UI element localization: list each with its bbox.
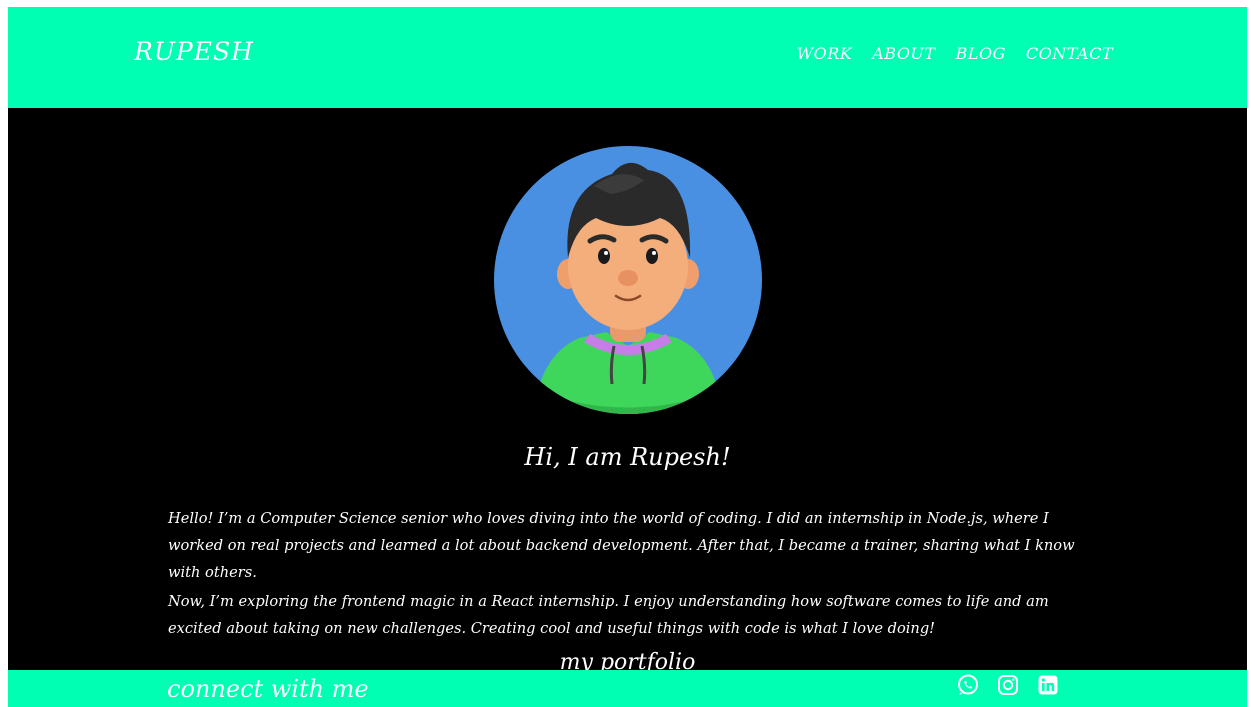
nav-link-work[interactable]: WORK xyxy=(797,44,853,63)
instagram-icon[interactable] xyxy=(996,673,1020,697)
bio-paragraph: Hello! I’m a Computer Science senior who… xyxy=(168,510,1075,581)
nav-link-contact[interactable]: CONTACT xyxy=(1026,44,1113,63)
brand-logo[interactable]: RUPESH xyxy=(134,37,254,66)
connect-label: connect with me xyxy=(167,675,369,703)
hero-greeting: Hi, I am Rupesh! xyxy=(524,443,731,471)
linkedin-icon[interactable] xyxy=(1036,673,1060,697)
profile-avatar xyxy=(494,146,762,414)
nav-link-about[interactable]: ABOUT xyxy=(872,44,935,63)
whatsapp-icon[interactable] xyxy=(956,673,980,697)
page-frame: RUPESH WORK ABOUT BLOG CONTACT Hi, I am … xyxy=(8,7,1247,707)
social-links xyxy=(956,673,1060,697)
main-nav: WORK ABOUT BLOG CONTACT xyxy=(797,44,1113,63)
bio-text: Hello! I’m a Computer Science senior who… xyxy=(168,505,1098,642)
site-header: RUPESH WORK ABOUT BLOG CONTACT xyxy=(8,7,1247,108)
nav-link-blog[interactable]: BLOG xyxy=(956,44,1006,63)
main-content: Hi, I am Rupesh! Hello! I’m a Computer S… xyxy=(8,108,1247,707)
site-footer: connect with me xyxy=(8,670,1247,707)
bio-paragraph: Now, I’m exploring the frontend magic in… xyxy=(168,593,1049,637)
